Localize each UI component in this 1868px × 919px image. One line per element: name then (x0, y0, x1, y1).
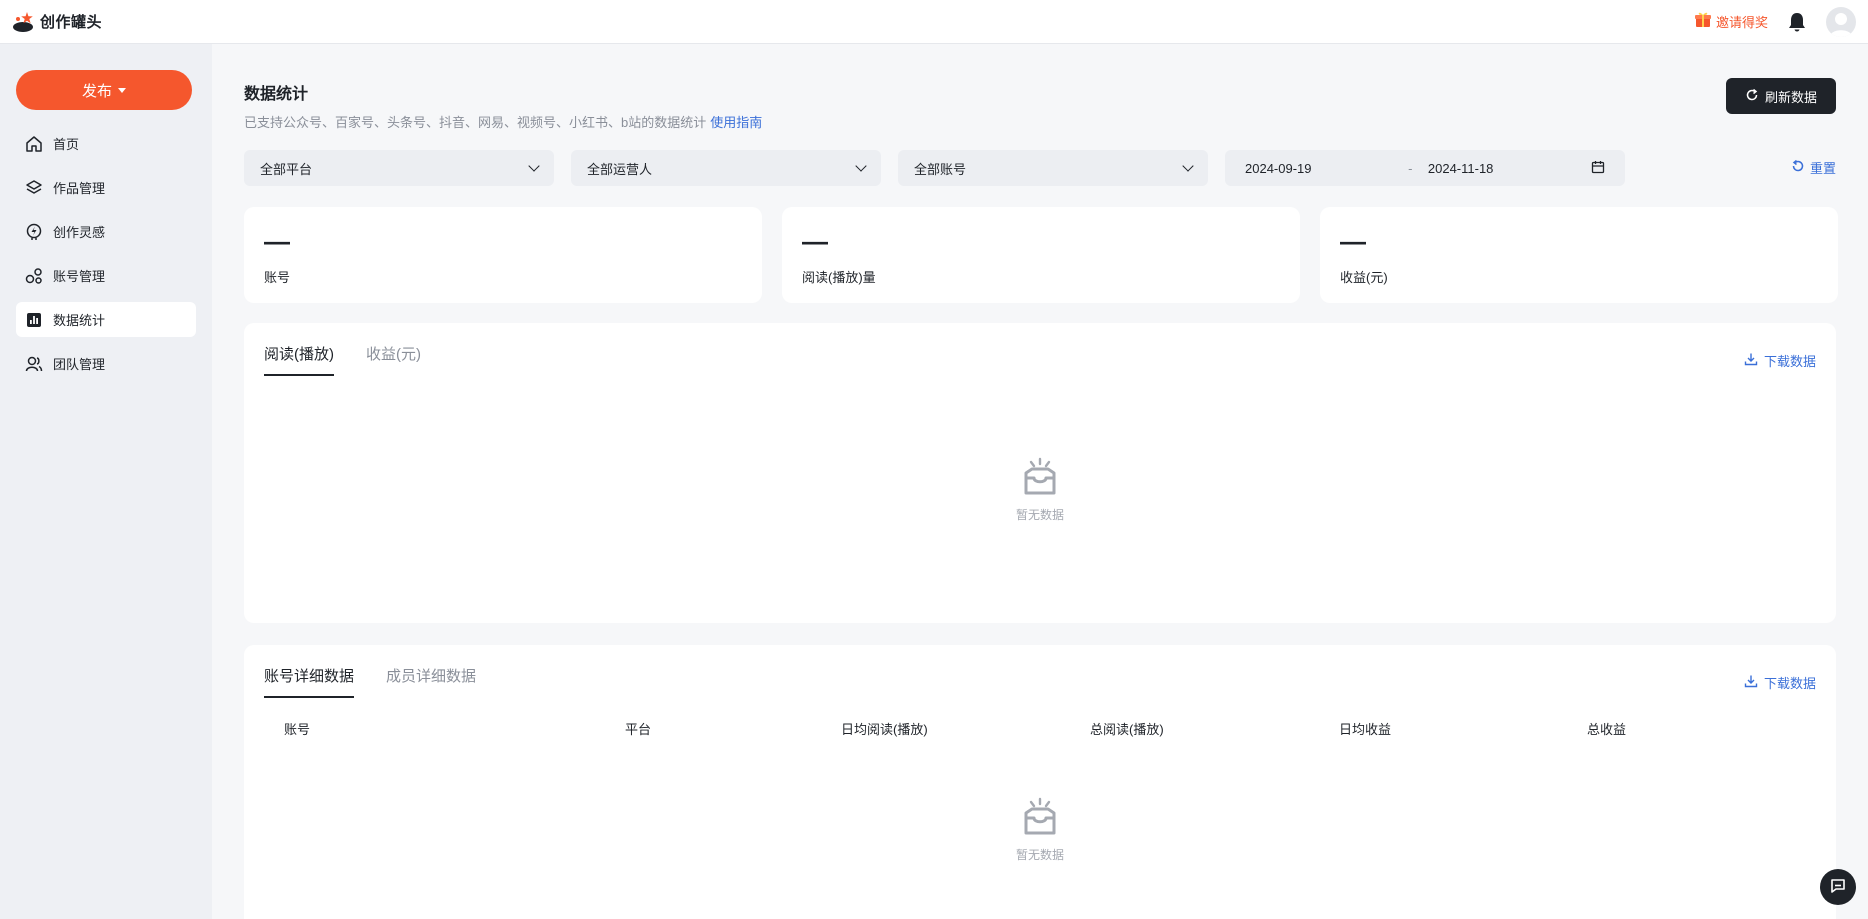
trend-panel: 阅读(播放) 收益(元) 下载数据 暂无数据 (244, 323, 1836, 623)
sidebar-item-team[interactable]: 团队管理 (16, 346, 196, 381)
column-header[interactable]: 日均收益 (1339, 719, 1391, 738)
sidebar-item-label: 创作灵感 (53, 225, 106, 240)
app-logo[interactable]: 创作罐头 (12, 10, 102, 34)
top-bar: 创作罐头 邀请得奖 (0, 0, 1868, 44)
download-label: 下载数据 (1763, 676, 1816, 691)
stat-label: 账号 (264, 270, 291, 285)
tab-revenue[interactable]: 收益(元) (366, 343, 421, 376)
date-start-input[interactable]: 2024-09-19 (1245, 161, 1408, 176)
tab-account-details[interactable]: 账号详细数据 (264, 665, 355, 698)
date-end-input[interactable]: 2024-11-18 (1428, 161, 1591, 176)
empty-inbox-icon (1018, 797, 1062, 840)
chevron-down-icon (1182, 160, 1194, 172)
stat-label: 收益(元) (1340, 270, 1388, 285)
column-header[interactable]: 日均阅读(播放) (841, 719, 928, 738)
reset-label: 重置 (1809, 161, 1836, 176)
tab-member-details[interactable]: 成员详细数据 (386, 665, 476, 698)
column-header[interactable]: 总收益 (1587, 719, 1626, 738)
date-range-picker[interactable]: 2024-09-19 - 2024-11-18 (1225, 150, 1625, 186)
platform-select[interactable]: 全部平台 (244, 150, 554, 186)
stats-row: — 账号 — 阅读(播放)量 — 收益(元) (244, 207, 1838, 303)
empty-state: 暂无数据 (244, 457, 1836, 523)
calendar-icon[interactable] (1591, 160, 1605, 177)
download-icon (1744, 352, 1758, 369)
operator-select-value: 全部运营人 (587, 161, 653, 177)
refresh-icon (1745, 88, 1759, 105)
account-select[interactable]: 全部账号 (898, 150, 1208, 186)
stat-value: — (802, 226, 828, 256)
date-separator: - (1408, 160, 1413, 176)
publish-label: 发布 (81, 82, 112, 100)
empty-inbox-icon (1018, 457, 1062, 500)
detail-tabs: 账号详细数据 成员详细数据 (264, 665, 476, 698)
gift-icon (1694, 11, 1712, 32)
tab-reads[interactable]: 阅读(播放) (264, 343, 334, 376)
invite-label: 邀请得奖 (1715, 15, 1768, 30)
team-icon (25, 355, 43, 373)
layers-icon (25, 179, 43, 197)
sidebar-item-label: 数据统计 (53, 313, 106, 328)
accounts-icon (25, 267, 43, 285)
stat-value: — (1340, 226, 1366, 256)
bell-icon[interactable] (1786, 11, 1808, 33)
chat-button[interactable] (1820, 869, 1856, 905)
empty-state: 暂无数据 (244, 797, 1836, 863)
lightning-icon (25, 223, 43, 241)
stat-card-accounts: — 账号 (244, 207, 762, 303)
avatar-icon (1830, 12, 1852, 37)
invite-link[interactable]: 邀请得奖 (1694, 11, 1768, 32)
filter-bar: 全部平台 全部运营人 全部账号 2024-09-19 - 2024-11-18 (244, 150, 1625, 186)
empty-text: 暂无数据 (1015, 848, 1064, 862)
home-icon (25, 135, 43, 153)
sidebar-item-home[interactable]: 首页 (16, 126, 196, 161)
refresh-label: 刷新数据 (1764, 89, 1817, 105)
trend-tabs: 阅读(播放) 收益(元) (264, 343, 421, 376)
stat-card-revenue: — 收益(元) (1320, 207, 1838, 303)
column-header[interactable]: 总阅读(播放) (1090, 719, 1164, 738)
table-header: 账号 平台 日均阅读(播放) 总阅读(播放) 日均收益 总收益 (244, 719, 1836, 743)
sidebar-item-accounts[interactable]: 账号管理 (16, 258, 196, 293)
platform-select-value: 全部平台 (260, 161, 313, 177)
page-title: 数据统计 (244, 86, 309, 103)
chart-icon (25, 311, 43, 329)
guide-link[interactable]: 使用指南 (710, 115, 762, 130)
sidebar-item-label: 账号管理 (53, 269, 106, 284)
app-name: 创作罐头 (40, 14, 103, 31)
sidebar-item-statistics[interactable]: 数据统计 (16, 302, 196, 337)
download-label: 下载数据 (1763, 354, 1816, 369)
detail-panel: 账号详细数据 成员详细数据 下载数据 账号 平台 日均阅读(播放) 总阅读(播放… (244, 645, 1836, 919)
download-button[interactable]: 下载数据 (1744, 673, 1816, 692)
chat-bubble-icon (1829, 877, 1847, 898)
reset-icon (1791, 159, 1805, 176)
avatar[interactable] (1826, 6, 1856, 37)
sidebar-nav: 首页 作品管理 创作灵感 账号管理 数据统计 团队管理 (16, 126, 196, 381)
caret-down-icon (118, 87, 126, 93)
column-header[interactable]: 平台 (625, 719, 651, 738)
chevron-down-icon (855, 160, 867, 172)
publish-button[interactable]: 发布 (16, 70, 192, 110)
download-button[interactable]: 下载数据 (1744, 351, 1816, 370)
account-select-value: 全部账号 (914, 161, 967, 177)
chevron-down-icon (528, 160, 540, 172)
sidebar-item-label: 团队管理 (53, 357, 106, 372)
empty-text: 暂无数据 (1015, 508, 1064, 522)
operator-select[interactable]: 全部运营人 (571, 150, 881, 186)
page-subtitle: 已支持公众号、百家号、头条号、抖音、网易、视频号、小红书、b站的数据统计 使用指南 (244, 112, 762, 131)
stat-label: 阅读(播放)量 (802, 270, 876, 285)
refresh-button[interactable]: 刷新数据 (1726, 78, 1836, 114)
sidebar: 发布 首页 作品管理 创作灵感 账号管理 数据统计 团队管理 (0, 44, 212, 919)
stat-card-reads: — 阅读(播放)量 (782, 207, 1300, 303)
reset-button[interactable]: 重置 (1791, 158, 1836, 177)
sidebar-item-inspiration[interactable]: 创作灵感 (16, 214, 196, 249)
main-content: 数据统计 已支持公众号、百家号、头条号、抖音、网易、视频号、小红书、b站的数据统… (212, 44, 1868, 919)
sidebar-item-works[interactable]: 作品管理 (16, 170, 196, 205)
supported-platforms-text: 已支持公众号、百家号、头条号、抖音、网易、视频号、小红书、b站的数据统计 (244, 115, 707, 130)
sidebar-item-label: 作品管理 (53, 181, 106, 196)
sidebar-item-label: 首页 (53, 137, 80, 152)
stat-value: — (264, 226, 290, 256)
column-header[interactable]: 账号 (284, 719, 310, 738)
download-icon (1744, 674, 1758, 691)
logo-icon (12, 10, 36, 34)
